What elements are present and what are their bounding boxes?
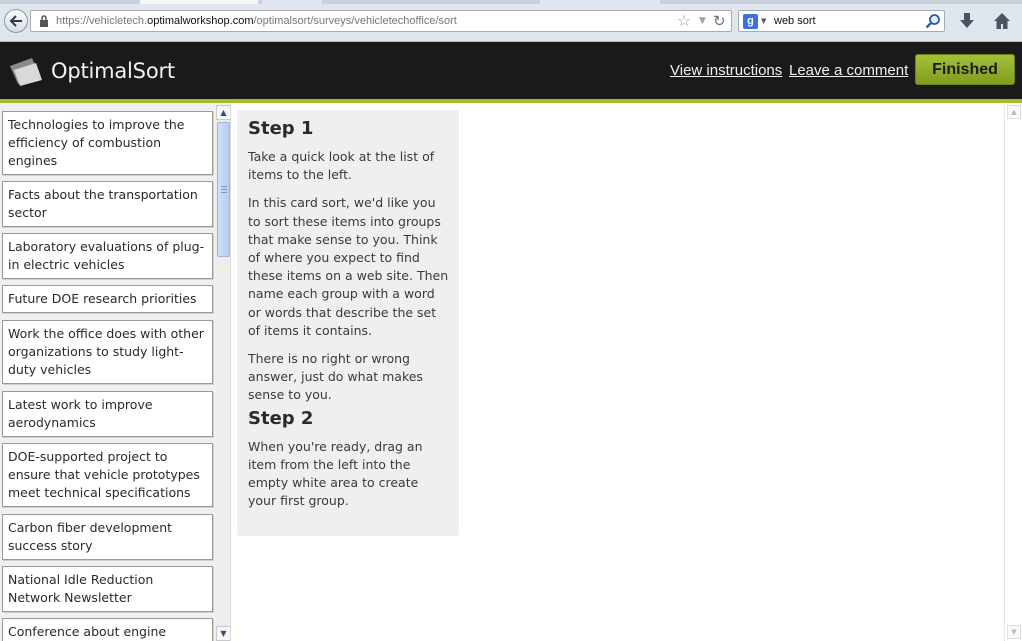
search-icon[interactable] — [925, 13, 941, 29]
card-item[interactable]: Carbon fiber development success story — [2, 514, 213, 560]
scrollbar-thumb[interactable] — [217, 122, 230, 257]
browser-toolbar: https://vehicletech.optimalworkshop.com/… — [0, 0, 1022, 42]
search-engine-dropdown-icon[interactable]: ▼ — [761, 17, 766, 25]
home-icon[interactable] — [992, 10, 1012, 32]
card-list-scrollbar[interactable]: ▲ ▼ — [216, 105, 230, 641]
card-item[interactable]: Latest work to improve aerodynamics — [2, 391, 213, 437]
address-bar[interactable]: https://vehicletech.optimalworkshop.com/… — [30, 10, 732, 32]
step1-text: In this card sort, we'd like you to sort… — [248, 195, 449, 338]
step2-text: When you're ready, drag an item from the… — [248, 438, 423, 509]
step2-heading: Step 2 — [248, 407, 314, 429]
finished-button[interactable]: Finished — [915, 54, 1015, 85]
scroll-down-icon[interactable]: ▼ — [1007, 625, 1021, 639]
back-arrow-icon — [9, 15, 22, 27]
bookmark-star-icon[interactable]: ☆ — [677, 13, 691, 29]
tab-strip — [0, 0, 1022, 4]
step1-text: Take a quick look at the list of items t… — [248, 149, 435, 183]
search-input[interactable]: web sort — [774, 15, 816, 27]
history-dropdown-icon[interactable]: ▼ — [699, 16, 706, 26]
search-bar[interactable]: g ▼ web sort — [738, 10, 945, 32]
page-scrollbar[interactable]: ▲ ▼ — [1004, 103, 1022, 641]
download-icon[interactable] — [957, 10, 977, 32]
view-instructions-link[interactable]: View instructions — [670, 62, 782, 79]
scroll-up-icon[interactable]: ▲ — [1007, 105, 1021, 119]
card-item[interactable]: Future DOE research priorities — [2, 285, 213, 313]
sort-workspace: Technologies to improve the efficiency o… — [0, 103, 1022, 641]
scroll-up-icon[interactable]: ▲ — [216, 105, 230, 120]
card-item[interactable]: Technologies to improve the efficiency o… — [2, 111, 213, 175]
card-item[interactable]: National Idle Reduction Network Newslett… — [2, 566, 213, 612]
card-list: Technologies to improve the efficiency o… — [0, 103, 231, 641]
card-item[interactable]: Work the office does with other organiza… — [2, 320, 213, 384]
back-button[interactable] — [4, 9, 28, 33]
url-text: https://vehicletech.optimalworkshop.com/… — [56, 15, 457, 27]
step1-heading: Step 1 — [248, 118, 314, 139]
card-item[interactable]: Laboratory evaluations of plug-in electr… — [2, 233, 213, 279]
scroll-down-icon[interactable]: ▼ — [216, 626, 230, 641]
card-item[interactable]: DOE-supported project to ensure that veh… — [2, 443, 213, 507]
leave-comment-link[interactable]: Leave a comment — [789, 62, 908, 79]
logo-text: OptimalSort — [51, 59, 175, 83]
instructions-panel: Step 1 Take a quick look at the list of … — [237, 110, 459, 536]
lock-icon — [40, 15, 48, 27]
app-header: OptimalSort View instructions Leave a co… — [0, 42, 1022, 99]
reload-icon[interactable]: ↻ — [713, 12, 726, 30]
step1-text: There is no right or wrong answer, just … — [248, 351, 423, 403]
optimalsort-logo-icon — [10, 58, 42, 86]
google-icon[interactable]: g — [743, 14, 758, 29]
card-item[interactable]: Facts about the transportation sector — [2, 181, 213, 227]
card-item[interactable]: Conference about engine — [2, 618, 213, 641]
